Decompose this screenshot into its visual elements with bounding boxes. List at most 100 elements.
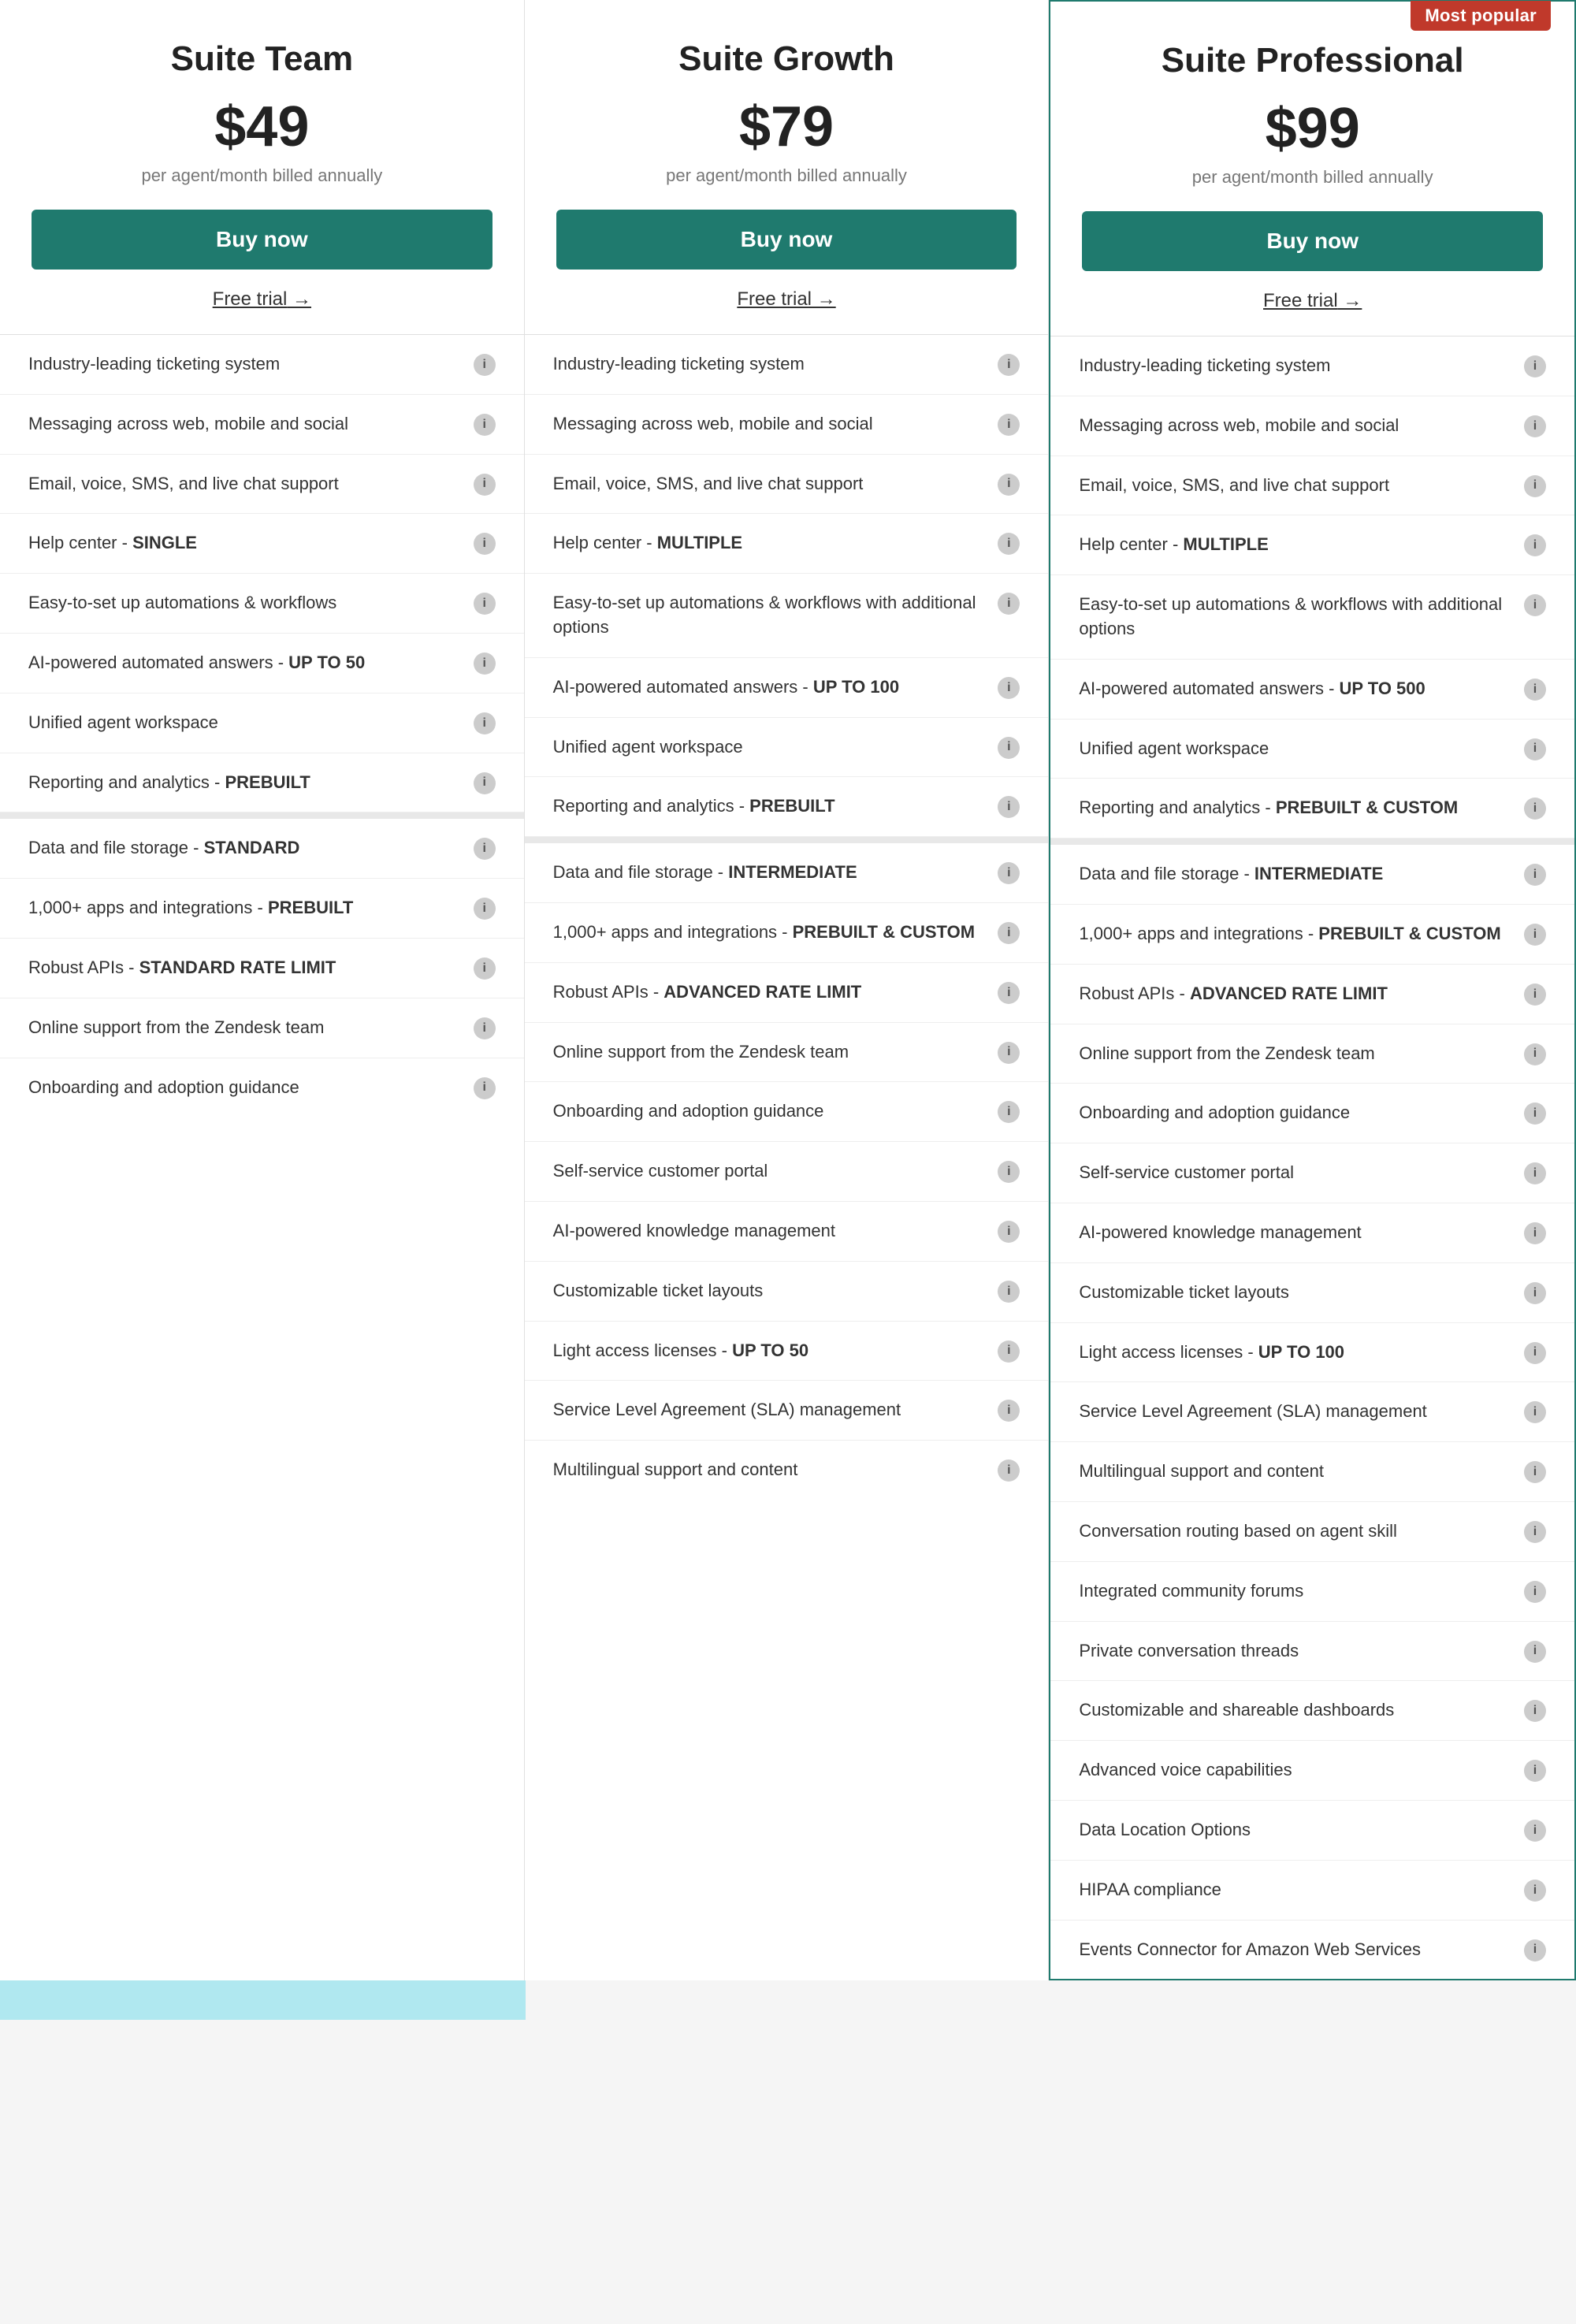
feature-text: Online support from the Zendesk team — [553, 1040, 998, 1065]
info-icon[interactable]: i — [998, 1161, 1020, 1183]
feature-item: Light access licenses - UP TO 50 i — [525, 1322, 1049, 1381]
feature-item: Self-service customer portal i — [525, 1142, 1049, 1202]
info-icon[interactable]: i — [1524, 1880, 1546, 1902]
info-icon[interactable]: i — [1524, 798, 1546, 820]
feature-item: Data and file storage - STANDARD i — [0, 819, 524, 879]
plan-name: Suite Team — [32, 39, 492, 79]
info-icon[interactable]: i — [1524, 594, 1546, 616]
info-icon[interactable]: i — [1524, 738, 1546, 760]
info-icon[interactable]: i — [1524, 1939, 1546, 1961]
info-icon[interactable]: i — [1524, 1043, 1546, 1065]
free-trial-link[interactable]: Free trial — [556, 288, 1017, 310]
info-icon[interactable]: i — [998, 677, 1020, 699]
info-icon[interactable]: i — [998, 982, 1020, 1004]
feature-text: Easy-to-set up automations & workflows w… — [1079, 593, 1524, 641]
info-icon[interactable]: i — [474, 474, 496, 496]
buy-now-button[interactable]: Buy now — [1082, 211, 1543, 271]
feature-item: Robust APIs - ADVANCED RATE LIMIT i — [1050, 965, 1574, 1024]
info-icon[interactable]: i — [1524, 984, 1546, 1006]
feature-text: Self-service customer portal — [553, 1159, 998, 1184]
info-icon[interactable]: i — [1524, 1820, 1546, 1842]
feature-text: AI-powered automated answers - UP TO 500 — [1079, 677, 1524, 701]
feature-text: Events Connector for Amazon Web Services — [1079, 1938, 1524, 1962]
info-icon[interactable]: i — [998, 474, 1020, 496]
feature-text: Messaging across web, mobile and social — [1079, 414, 1524, 438]
info-icon[interactable]: i — [998, 1042, 1020, 1064]
feature-text: HIPAA compliance — [1079, 1878, 1524, 1902]
info-icon[interactable]: i — [1524, 924, 1546, 946]
feature-text: Service Level Agreement (SLA) management — [553, 1398, 998, 1422]
info-icon[interactable]: i — [1524, 1282, 1546, 1304]
feature-text: Customizable ticket layouts — [553, 1279, 998, 1303]
info-icon[interactable]: i — [474, 1077, 496, 1099]
buy-now-button[interactable]: Buy now — [556, 210, 1017, 270]
info-icon[interactable]: i — [998, 1400, 1020, 1422]
feature-item: 1,000+ apps and integrations - PREBUILT … — [0, 879, 524, 939]
info-icon[interactable]: i — [474, 957, 496, 980]
info-icon[interactable]: i — [474, 772, 496, 794]
feature-item: Help center - MULTIPLE i — [1050, 515, 1574, 575]
info-icon[interactable]: i — [998, 1281, 1020, 1303]
info-icon[interactable]: i — [998, 796, 1020, 818]
info-icon[interactable]: i — [1524, 864, 1546, 886]
info-icon[interactable]: i — [998, 593, 1020, 615]
info-icon[interactable]: i — [998, 1340, 1020, 1363]
info-icon[interactable]: i — [474, 653, 496, 675]
features-list: Industry-leading ticketing system i Mess… — [1050, 337, 1574, 1979]
info-icon[interactable]: i — [998, 533, 1020, 555]
feature-item: Light access licenses - UP TO 100 i — [1050, 1323, 1574, 1383]
info-icon[interactable]: i — [1524, 1461, 1546, 1483]
feature-item: Reporting and analytics - PREBUILT & CUS… — [1050, 779, 1574, 838]
info-icon[interactable]: i — [1524, 1521, 1546, 1543]
info-icon[interactable]: i — [1524, 1401, 1546, 1423]
info-icon[interactable]: i — [474, 533, 496, 555]
feature-item: Reporting and analytics - PREBUILT i — [0, 753, 524, 813]
feature-item: AI-powered knowledge management i — [525, 1202, 1049, 1262]
free-trial-link[interactable]: Free trial — [32, 288, 492, 310]
info-icon[interactable]: i — [998, 354, 1020, 376]
section-divider — [1050, 838, 1574, 845]
feature-text: Data and file storage - INTERMEDIATE — [553, 861, 998, 885]
plan-header-suite-professional: Suite Professional $99 per agent/month b… — [1050, 2, 1574, 337]
info-icon[interactable]: i — [998, 737, 1020, 759]
feature-text: AI-powered automated answers - UP TO 50 — [28, 651, 474, 675]
feature-item: Multilingual support and content i — [525, 1441, 1049, 1500]
info-icon[interactable]: i — [1524, 415, 1546, 437]
feature-text: Integrated community forums — [1079, 1579, 1524, 1604]
info-icon[interactable]: i — [1524, 475, 1546, 497]
info-icon[interactable]: i — [998, 922, 1020, 944]
feature-text: Unified agent workspace — [1079, 737, 1524, 761]
info-icon[interactable]: i — [1524, 1162, 1546, 1184]
info-icon[interactable]: i — [474, 593, 496, 615]
feature-text: Customizable and shareable dashboards — [1079, 1698, 1524, 1723]
info-icon[interactable]: i — [1524, 1222, 1546, 1244]
info-icon[interactable]: i — [1524, 1103, 1546, 1125]
info-icon[interactable]: i — [474, 712, 496, 734]
info-icon[interactable]: i — [1524, 1641, 1546, 1663]
info-icon[interactable]: i — [998, 1101, 1020, 1123]
feature-text: Robust APIs - ADVANCED RATE LIMIT — [1079, 982, 1524, 1006]
plan-price: $49 — [32, 95, 492, 159]
info-icon[interactable]: i — [1524, 534, 1546, 556]
feature-item: Private conversation threads i — [1050, 1622, 1574, 1682]
buy-now-button[interactable]: Buy now — [32, 210, 492, 270]
info-icon[interactable]: i — [474, 354, 496, 376]
info-icon[interactable]: i — [1524, 679, 1546, 701]
info-icon[interactable]: i — [474, 414, 496, 436]
info-icon[interactable]: i — [1524, 1342, 1546, 1364]
info-icon[interactable]: i — [474, 1017, 496, 1039]
info-icon[interactable]: i — [474, 898, 496, 920]
info-icon[interactable]: i — [998, 1459, 1020, 1482]
info-icon[interactable]: i — [998, 1221, 1020, 1243]
info-icon[interactable]: i — [998, 414, 1020, 436]
info-icon[interactable]: i — [474, 838, 496, 860]
info-icon[interactable]: i — [1524, 1581, 1546, 1603]
free-trial-link[interactable]: Free trial — [1082, 290, 1543, 312]
info-icon[interactable]: i — [998, 862, 1020, 884]
info-icon[interactable]: i — [1524, 1760, 1546, 1782]
feature-item: Customizable ticket layouts i — [525, 1262, 1049, 1322]
feature-text: Unified agent workspace — [28, 711, 474, 735]
info-icon[interactable]: i — [1524, 1700, 1546, 1722]
bottom-bar — [0, 1980, 526, 2020]
info-icon[interactable]: i — [1524, 355, 1546, 377]
